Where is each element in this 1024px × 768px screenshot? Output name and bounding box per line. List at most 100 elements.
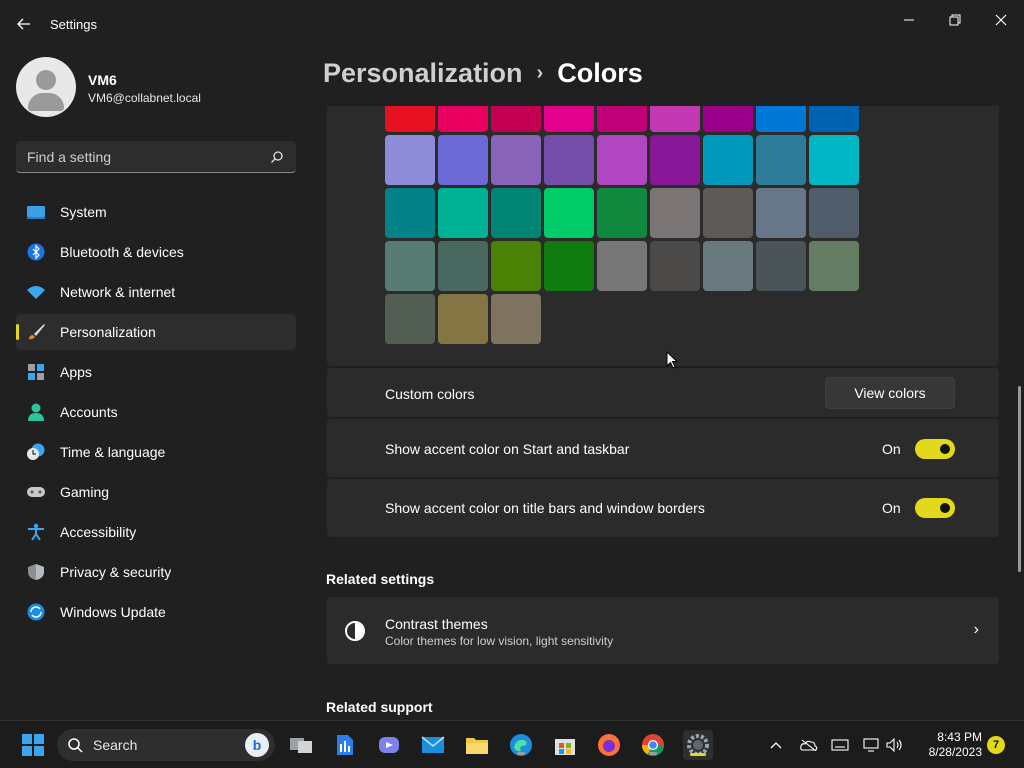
color-swatch[interactable] [703, 188, 753, 238]
color-swatch[interactable] [756, 241, 806, 291]
related-support-heading: Related support [326, 699, 433, 715]
file-explorer-icon[interactable] [463, 731, 491, 759]
color-swatch[interactable] [597, 135, 647, 185]
color-swatch[interactable] [809, 241, 859, 291]
active-app-indicator [690, 753, 706, 756]
network-icon[interactable] [862, 735, 882, 755]
window-title: Settings [50, 17, 97, 32]
color-swatch[interactable] [650, 188, 700, 238]
mail-icon[interactable] [419, 731, 447, 759]
sidebar-item-label: Windows Update [60, 604, 166, 620]
color-swatch[interactable] [597, 188, 647, 238]
sidebar-item-windows-update[interactable]: Windows Update [16, 594, 296, 630]
gamepad-icon [26, 483, 46, 501]
breadcrumb: Personalization › Colors [323, 58, 643, 89]
sidebar-item-label: Accounts [60, 404, 118, 420]
color-swatch[interactable] [756, 106, 806, 132]
color-swatch[interactable] [809, 135, 859, 185]
accounts-icon [26, 403, 46, 421]
back-arrow-icon[interactable] [10, 12, 38, 36]
color-swatch[interactable] [703, 106, 753, 132]
chrome-icon[interactable] [639, 731, 667, 759]
taskbar-search[interactable]: Search b [57, 729, 275, 761]
color-swatch[interactable] [438, 135, 488, 185]
toggle-knob [940, 503, 950, 513]
color-swatch[interactable] [650, 135, 700, 185]
sidebar-item-gaming[interactable]: Gaming [16, 474, 296, 510]
settings-icon[interactable] [683, 730, 713, 760]
taskbar-clock[interactable]: 8:43 PM 8/28/2023 [918, 730, 982, 760]
color-swatch[interactable] [438, 188, 488, 238]
color-swatch[interactable] [385, 135, 435, 185]
clock-globe-icon [26, 443, 46, 461]
color-swatch[interactable] [544, 188, 594, 238]
color-swatch[interactable] [650, 241, 700, 291]
title-bar: Settings [0, 0, 1024, 48]
chevron-up-icon[interactable] [766, 735, 786, 755]
color-swatch[interactable] [385, 106, 435, 132]
color-swatch[interactable] [544, 135, 594, 185]
view-colors-button[interactable]: View colors [825, 377, 955, 409]
sidebar-item-time-language[interactable]: Time & language [16, 434, 296, 470]
color-swatch[interactable] [544, 106, 594, 132]
color-swatch[interactable] [597, 241, 647, 291]
volume-icon[interactable] [885, 735, 905, 755]
firefox-icon[interactable] [595, 731, 623, 759]
color-swatch[interactable] [438, 241, 488, 291]
update-icon [26, 603, 46, 621]
color-swatch[interactable] [597, 106, 647, 132]
bing-icon[interactable]: b [245, 733, 269, 757]
color-swatch[interactable] [491, 294, 541, 344]
sidebar-item-label: Gaming [60, 484, 110, 500]
accent-start-taskbar-toggle[interactable] [915, 439, 955, 459]
accent-title-bars-toggle[interactable] [915, 498, 955, 518]
page-title: Colors [557, 58, 643, 88]
breadcrumb-separator: › [536, 62, 544, 84]
scrollbar[interactable] [1018, 386, 1021, 572]
minimize-icon[interactable] [886, 4, 932, 36]
color-swatch[interactable] [385, 241, 435, 291]
toggle-label: Show accent color on title bars and wind… [385, 500, 705, 516]
color-swatch[interactable] [491, 135, 541, 185]
sidebar-item-privacy[interactable]: Privacy & security [16, 554, 296, 590]
running-indicator [649, 752, 657, 755]
color-swatch[interactable] [385, 188, 435, 238]
color-swatch[interactable] [544, 241, 594, 291]
close-icon[interactable] [978, 4, 1024, 36]
start-icon[interactable] [19, 731, 47, 759]
contrast-themes-subtitle: Color themes for low vision, light sensi… [385, 634, 614, 648]
notification-badge[interactable]: 7 [987, 736, 1005, 754]
store-icon[interactable] [551, 731, 579, 759]
accessibility-icon [26, 523, 46, 541]
custom-colors-label: Custom colors [385, 386, 475, 402]
color-swatch[interactable] [491, 188, 541, 238]
color-swatch[interactable] [650, 106, 700, 132]
task-view-icon[interactable] [287, 731, 315, 759]
contrast-themes-row[interactable]: Contrast themes Color themes for low vis… [327, 597, 999, 664]
breadcrumb-parent[interactable]: Personalization [323, 58, 523, 88]
touch-keyboard-icon[interactable] [830, 735, 850, 755]
taskbar-search-label: Search [93, 737, 138, 753]
color-swatch[interactable] [703, 241, 753, 291]
color-swatch[interactable] [809, 188, 859, 238]
restore-icon[interactable] [932, 4, 978, 36]
color-swatch[interactable] [491, 241, 541, 291]
teams-icon[interactable] [375, 731, 403, 759]
sidebar-item-accessibility[interactable]: Accessibility [16, 514, 296, 550]
color-swatch[interactable] [491, 106, 541, 132]
edge-icon[interactable] [507, 731, 535, 759]
color-swatch[interactable] [438, 294, 488, 344]
chevron-right-icon: › [973, 621, 979, 638]
onedrive-icon[interactable] [799, 735, 819, 755]
color-swatch[interactable] [438, 106, 488, 132]
color-swatch[interactable] [809, 106, 859, 132]
color-swatch[interactable] [703, 135, 753, 185]
color-swatch[interactable] [756, 188, 806, 238]
sidebar-item-label: Privacy & security [60, 564, 172, 580]
mouse-pointer-icon [666, 351, 678, 369]
color-swatch[interactable] [385, 294, 435, 344]
user-name: VM6 [88, 72, 117, 88]
search-icon [68, 738, 83, 753]
file-icon[interactable] [331, 731, 359, 759]
color-swatch[interactable] [756, 135, 806, 185]
